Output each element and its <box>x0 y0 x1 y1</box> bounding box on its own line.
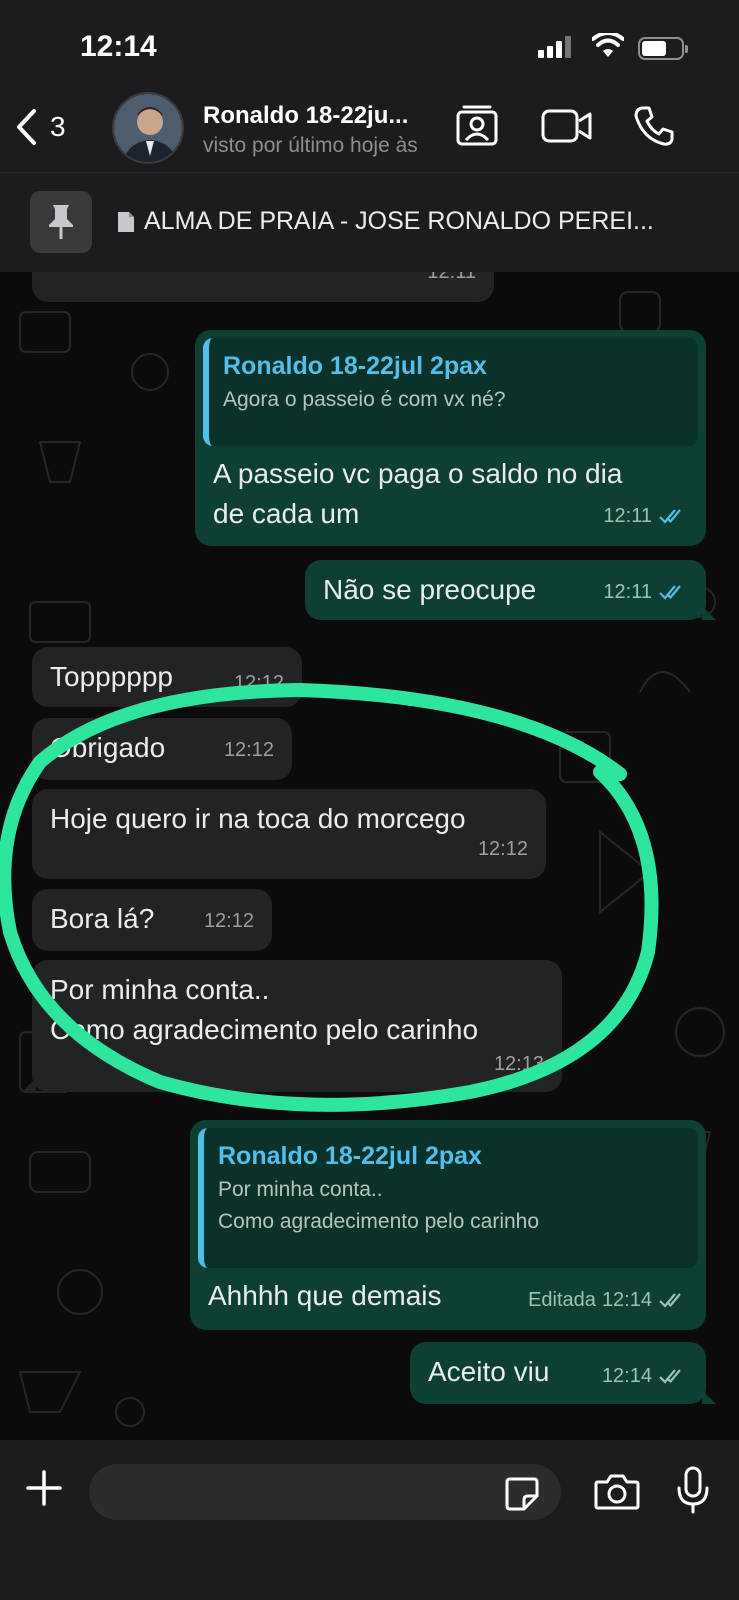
message-text: Não se preocupe <box>323 574 537 605</box>
pin-button[interactable] <box>30 191 92 253</box>
pin-icon <box>49 205 73 239</box>
message-line: de cada um <box>213 498 360 529</box>
message-incoming[interactable]: Topppppp 12:12 <box>32 647 302 707</box>
message-incoming[interactable]: 12:11 <box>32 272 494 302</box>
message-outgoing[interactable]: Não se preocupe 12:11 <box>305 560 716 620</box>
message-outgoing[interactable]: Aceito viu 12:14 <box>410 1342 716 1404</box>
video-call-icon[interactable] <box>541 108 593 144</box>
quoted-message[interactable]: Ronaldo 18-22jul 2pax Por minha conta.. … <box>198 1128 698 1268</box>
unread-count: 3 <box>50 111 66 142</box>
message-input[interactable] <box>89 1464 489 1520</box>
message-text: Bora lá? <box>50 903 155 934</box>
message-line: Como agradecimento pelo carinho <box>50 1014 479 1045</box>
message-field[interactable] <box>89 1464 561 1520</box>
message-incoming[interactable]: Hoje quero ir na toca do morcego 12:12 <box>32 789 546 879</box>
message-time: 12:11 <box>603 505 652 527</box>
phone-call-icon[interactable] <box>633 105 675 147</box>
message-time: 12:11 <box>603 581 652 603</box>
microphone-icon[interactable] <box>676 1466 710 1516</box>
message-incoming[interactable]: Por minha conta.. Como agradecimento pel… <box>22 960 562 1092</box>
contact-card-icon[interactable] <box>455 104 499 148</box>
message-meta: 12:11 <box>603 572 688 612</box>
last-seen: visto por último hoje às <box>203 134 418 157</box>
plus-icon[interactable] <box>24 1468 64 1508</box>
message-text: Topppppp <box>50 661 174 692</box>
message-time: 12:13 <box>493 1053 544 1075</box>
message-incoming[interactable]: Obrigado 12:12 <box>32 718 292 780</box>
message-text: Aceito viu <box>428 1356 550 1387</box>
message-incoming[interactable]: Bora lá? 12:12 <box>32 889 272 951</box>
message-time: 12:12 <box>203 910 254 932</box>
bubble-tail <box>702 1390 716 1404</box>
status-bar: 12:14 <box>0 0 739 92</box>
quoted-text: Agora o passeio é com vx né? <box>223 388 506 411</box>
message-text: Obrigado <box>50 732 166 763</box>
back-button[interactable]: 3 <box>14 108 66 146</box>
message-meta: 12:11 <box>603 496 688 536</box>
contact-name[interactable]: Ronaldo 18-22ju... <box>203 102 443 130</box>
chat-header: 3 Ronaldo 18-22ju... visto por último ho… <box>0 92 739 172</box>
quoted-text-line: Como agradecimento pelo carinho <box>218 1210 540 1233</box>
double-check-read-icon <box>659 585 681 600</box>
quoted-message[interactable]: Ronaldo 18-22jul 2pax Agora o passeio é … <box>203 338 698 446</box>
pinned-text: ALMA DE PRAIA - JOSE RONALDO PEREI... <box>144 207 654 235</box>
message-text: Hoje quero ir na toca do morcego <box>50 803 466 834</box>
message-meta: Editada 12:14 <box>528 1280 688 1320</box>
bubble-tail <box>22 1078 36 1092</box>
quoted-sender: Ronaldo 18-22jul 2pax <box>218 1142 482 1170</box>
quoted-sender: Ronaldo 18-22jul 2pax <box>223 352 487 380</box>
chat-area[interactable]: 12:11 Ronaldo 18-22jul 2pax Agora o pass… <box>0 272 739 1440</box>
message-input-bar <box>0 1440 739 1600</box>
message-line: A passeio vc paga o saldo no dia <box>213 458 623 489</box>
double-check-icon <box>659 1369 681 1384</box>
chevron-left-icon <box>17 109 36 145</box>
message-meta: 12:14 <box>602 1356 688 1396</box>
message-time: 12:14 <box>601 1365 652 1387</box>
document-icon <box>118 211 134 232</box>
wifi-icon <box>592 33 624 57</box>
message-time: 12:14 <box>601 1289 652 1311</box>
sticker-icon[interactable] <box>504 1476 540 1512</box>
battery-icon <box>638 37 688 60</box>
double-check-icon <box>659 1293 681 1308</box>
double-check-read-icon <box>659 509 681 524</box>
message-time: 12:12 <box>223 739 274 761</box>
message-outgoing-reply[interactable]: Ronaldo 18-22jul 2pax Por minha conta.. … <box>190 1120 706 1330</box>
cellular-signal-icon <box>538 36 571 58</box>
message-time: 12:12 <box>477 838 528 860</box>
quoted-text-line: Por minha conta.. <box>218 1178 383 1201</box>
status-time: 12:14 <box>80 30 157 63</box>
camera-icon[interactable] <box>594 1472 640 1512</box>
message-line: Por minha conta.. <box>50 974 270 1005</box>
edited-label: Editada <box>528 1289 596 1311</box>
bubble-tail <box>702 606 716 620</box>
message-time: 12:11 <box>427 272 476 283</box>
message-outgoing-reply[interactable]: Ronaldo 18-22jul 2pax Agora o passeio é … <box>195 330 706 546</box>
message-text: Por minha conta.. Como agradecimento pel… <box>50 970 478 1050</box>
pinned-message[interactable]: ALMA DE PRAIA - JOSE RONALDO PEREI... <box>116 207 654 236</box>
message-text: Ahhhh que demais <box>208 1280 442 1311</box>
pinned-message-bar[interactable]: ALMA DE PRAIA - JOSE RONALDO PEREI... <box>0 172 739 272</box>
avatar[interactable] <box>112 92 184 164</box>
message-time: 12:12 <box>233 672 284 694</box>
message-text: A passeio vc paga o saldo no dia de cada… <box>213 454 622 534</box>
